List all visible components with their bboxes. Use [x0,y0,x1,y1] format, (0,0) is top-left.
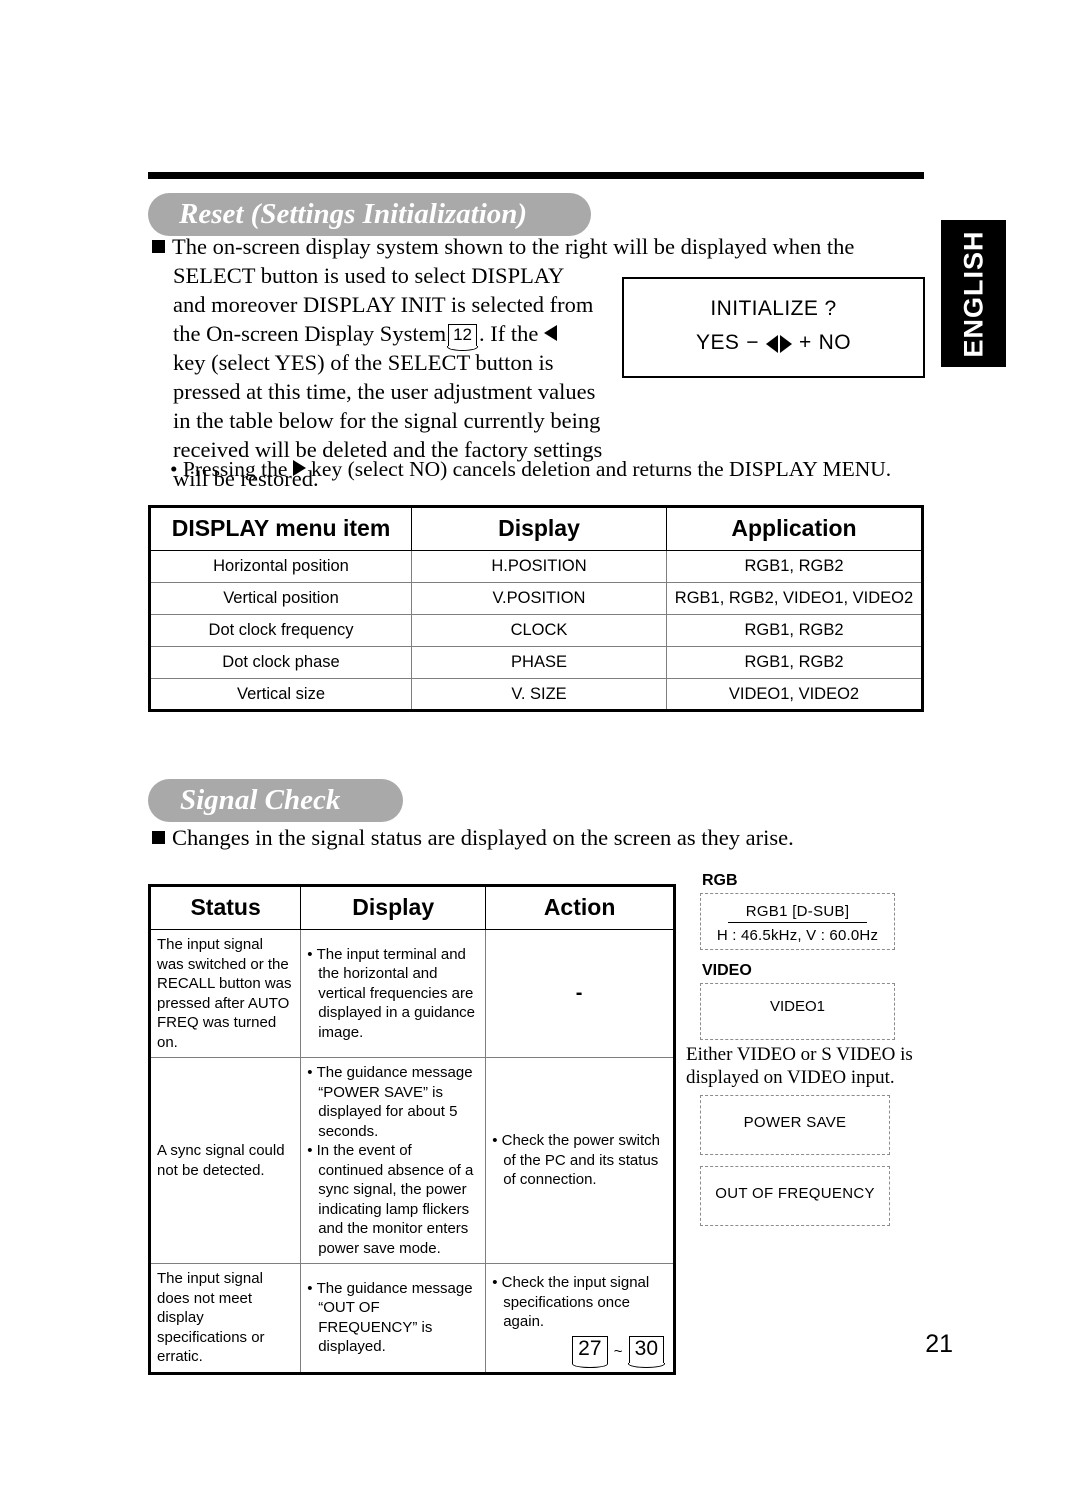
table-row: A sync signal could not be detected. • T… [148,1057,675,1264]
osd-group-label-video: VIDEO [702,962,752,979]
osd-initialize-title: INITIALIZE ? [710,297,837,320]
osd-initialize-box: INITIALIZE ? YES − + NO [622,277,925,378]
bullet-item: • Check the power switch of the PC and i… [492,1132,661,1189]
bullet-item: • The guidance message “POWER SAVE” is d… [307,1064,473,1140]
osd-plus-sign: + [798,331,812,354]
cell-application: RGB1, RGB2 [666,550,923,583]
signal-check-intro: Changes in the signal status are display… [152,823,912,852]
table-header-row: DISPLAY menu item Display Application [149,506,923,551]
reset-intro-line7: in the table below for the signal curren… [173,408,601,433]
display-menu-table: DISPLAY menu item Display Application Ho… [148,505,924,712]
osd-video1-line1: VIDEO1 [769,998,826,1015]
col-header-display: Display [411,506,667,551]
osd-box-rgb: RGB1 [D-SUB] H : 46.5kHz, V : 60.0Hz [700,893,895,950]
left-right-arrow-icon [765,335,792,353]
cell-display: PHASE [411,646,667,679]
reset-note-post: key (select NO) cancels deletion and ret… [311,457,892,481]
col-header-action: Action [485,885,675,930]
osd-yes-label: YES [696,331,740,354]
cell-display: CLOCK [411,614,667,647]
cell-display: • The guidance message “POWER SAVE” is d… [300,1057,487,1264]
osd-box-video1: VIDEO1 [700,983,895,1040]
cell-display: • The guidance message “OUT OF FREQUENCY… [300,1263,487,1374]
osd-video-note: Either VIDEO or S VIDEO is displayed on … [686,1044,913,1088]
osd-box-out-of-frequency: OUT OF FREQUENCY [700,1166,890,1226]
cell-application: RGB1, RGB2 [666,646,923,679]
table-row: Vertical size V. SIZE VIDEO1, VIDEO2 [149,678,923,711]
bullet-item: • Check the input signal specifications … [492,1274,650,1330]
table-header-row: Status Display Action [148,885,675,930]
osd-group-label-rgb: RGB [702,872,738,889]
bullet-square-icon [152,240,165,253]
cell-application: RGB1, RGB2, VIDEO1, VIDEO2 [666,582,923,615]
cell-menu-item: Dot clock phase [149,646,412,679]
cell-display: H.POSITION [411,550,667,583]
cell-action: • Check the power switch of the PC and i… [485,1057,675,1264]
page-reference-separator: ~ [613,1342,623,1360]
table-row: The input signal does not meet display s… [148,1263,675,1374]
cell-application: VIDEO1, VIDEO2 [666,678,923,711]
section-banner-signal-check: Signal Check [148,779,403,822]
cell-menu-item: Vertical position [149,582,412,615]
osd-rgb-line2: H : 46.5kHz, V : 60.0Hz [716,927,879,944]
osd-no-label: NO [818,331,851,354]
cell-action: • Check the input signal specifications … [485,1263,675,1374]
cell-status: The input signal does not meet display s… [148,1263,302,1374]
cell-status: A sync signal could not be detected. [148,1057,302,1264]
signal-check-intro-text: Changes in the signal status are display… [172,825,794,850]
osd-initialize-choices: YES − + NO [624,331,923,355]
cell-menu-item: Dot clock frequency [149,614,412,647]
osd-minus-sign: − [746,331,759,354]
bullet-square-icon [152,831,165,844]
col-header-status: Status [148,885,302,930]
bullet-item: • The guidance message “OUT OF FREQUENCY… [307,1279,473,1356]
table-row: Horizontal position H.POSITION RGB1, RGB… [149,550,923,583]
page-reference-badge-to[interactable]: 30 [628,1335,665,1368]
reset-note-pre: Pressing the [182,457,288,481]
language-tab-english: ENGLISH [941,220,1006,367]
section-banner-signal-check-label: Signal Check [180,784,341,816]
cell-action: - [485,929,675,1058]
reset-intro-line6: pressed at this time, the user adjustmen… [173,379,596,404]
left-arrow-key-icon [543,325,557,341]
table-row: The input signal was switched or the REC… [148,929,675,1058]
page-reference-range: 27 ~ 30 [492,1335,666,1368]
page-number: 21 [925,1330,953,1358]
osd-out-of-frequency-label: OUT OF FREQUENCY [715,1185,875,1202]
reset-note-line: • Pressing the key (select NO) cancels d… [170,457,892,481]
osd-power-save-label: POWER SAVE [743,1114,847,1131]
cell-display: • The input terminal and the horizontal … [300,929,487,1058]
osd-box-power-save: POWER SAVE [700,1095,890,1155]
page-reference-badge[interactable]: 12 [447,324,478,351]
right-arrow-key-icon [292,460,306,476]
cell-application: RGB1, RGB2 [666,614,923,647]
cell-display: V. SIZE [411,678,667,711]
bullet-item: • The input terminal and the horizontal … [307,945,476,1041]
col-header-display: Display [300,885,487,930]
cell-status: The input signal was switched or the REC… [148,929,302,1058]
col-header-display-menu-item: DISPLAY menu item [149,506,412,551]
page-reference-badge-from[interactable]: 27 [571,1335,609,1368]
section-banner-reset: Reset (Settings Initialization) [148,193,591,236]
reset-intro-line4b: . If the [479,321,539,346]
col-header-application: Application [666,506,923,551]
section-banner-reset-label: Reset (Settings Initialization) [179,198,528,230]
table-row: Dot clock frequency CLOCK RGB1, RGB2 [149,614,923,647]
signal-check-table: Status Display Action The input signal w… [148,884,676,1375]
cell-menu-item: Horizontal position [149,550,412,583]
manual-page: ENGLISH Reset (Settings Initialization) … [0,0,1080,1489]
header-rule [148,172,924,179]
table-row: Dot clock phase PHASE RGB1, RGB2 [149,646,923,679]
reset-intro-line4a: the On-screen Display System [173,321,447,346]
cell-display: V.POSITION [411,582,667,615]
osd-rgb-line1: RGB1 [D-SUB] [727,903,868,923]
reset-intro-line1: The on-screen display system shown to th… [172,234,855,259]
language-tab-label: ENGLISH [958,229,988,358]
cell-menu-item: Vertical size [149,678,412,711]
bullet-item: • In the event of continued absence of a… [307,1142,474,1257]
table-row: Vertical position V.POSITION RGB1, RGB2,… [149,582,923,615]
